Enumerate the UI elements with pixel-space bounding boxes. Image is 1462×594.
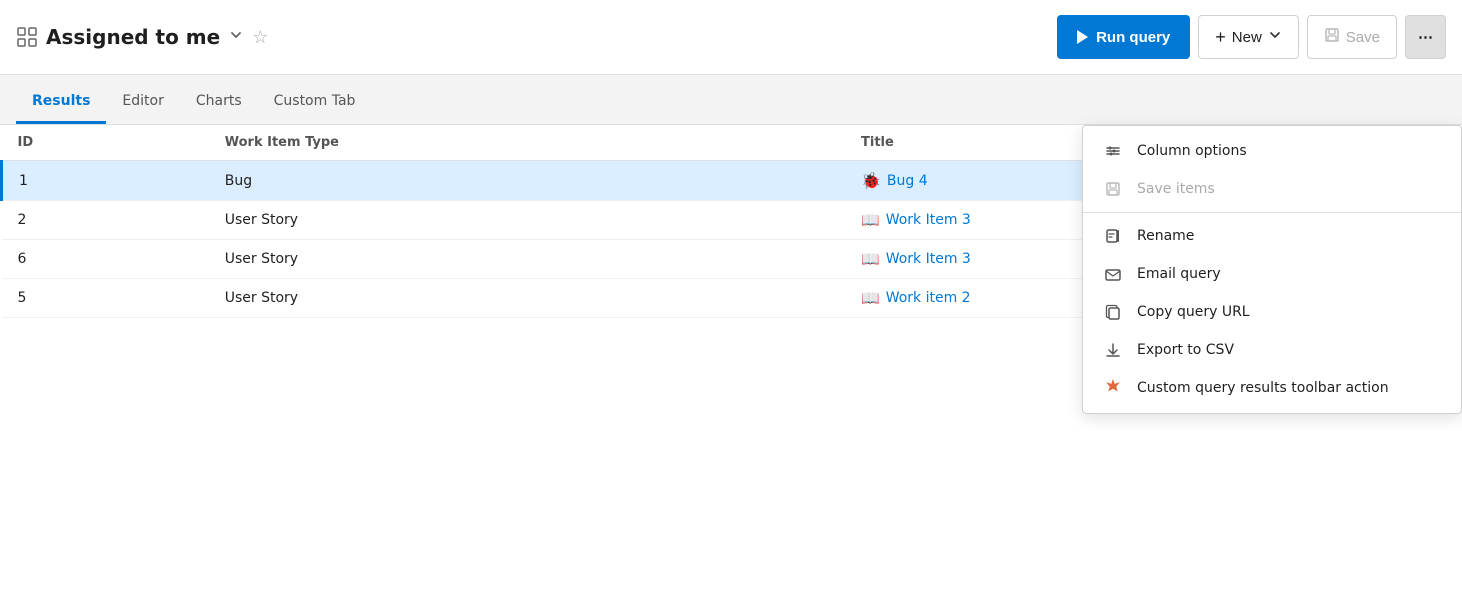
run-query-label: Run query <box>1096 29 1170 46</box>
cell-work-item-type: User Story <box>209 201 845 240</box>
dropdown-item-email-query[interactable]: Email query <box>1083 255 1461 293</box>
email-query-icon <box>1103 265 1123 283</box>
tab-editor[interactable]: Editor <box>106 81 179 124</box>
dropdown-item-copy-url[interactable]: Copy query URL <box>1083 293 1461 331</box>
save-icon <box>1324 27 1340 47</box>
email-query-label: Email query <box>1137 266 1221 282</box>
dropdown-item-custom-action[interactable]: Custom query results toolbar action <box>1083 369 1461 407</box>
save-label: Save <box>1346 29 1380 46</box>
tab-custom-tab[interactable]: Custom Tab <box>258 81 372 124</box>
copy-url-icon <box>1103 303 1123 321</box>
cell-work-item-type: Bug <box>209 161 845 201</box>
new-dropdown-menu: Column options Save items Rename Email quer… <box>1082 125 1462 414</box>
more-options-button[interactable]: ⋯ <box>1405 15 1446 59</box>
new-button[interactable]: + New <box>1198 15 1299 59</box>
copy-url-label: Copy query URL <box>1137 304 1250 320</box>
cell-id: 1 <box>2 161 209 201</box>
bug-icon: 🐞 <box>861 171 881 190</box>
custom-action-icon <box>1103 379 1123 397</box>
new-chevron-icon <box>1268 28 1282 46</box>
dropdown-item-export-csv[interactable]: Export to CSV <box>1083 331 1461 369</box>
save-items-icon <box>1103 180 1123 198</box>
main-content: ID Work Item Type Title 1Bug🐞Bug 42User … <box>0 125 1462 594</box>
dropdown-item-save-items: Save items <box>1083 170 1461 208</box>
export-csv-label: Export to CSV <box>1137 342 1234 358</box>
col-work-item-type: Work Item Type <box>209 125 845 161</box>
cell-work-item-type: User Story <box>209 240 845 279</box>
col-id: ID <box>2 125 209 161</box>
header-left: Assigned to me ☆ <box>16 25 1045 49</box>
rename-icon <box>1103 227 1123 245</box>
tab-charts[interactable]: Charts <box>180 81 258 124</box>
cell-id: 2 <box>2 201 209 240</box>
grid-icon <box>16 26 38 48</box>
ellipsis-icon: ⋯ <box>1418 28 1433 46</box>
chevron-down-icon[interactable] <box>228 27 244 47</box>
save-button[interactable]: Save <box>1307 15 1397 59</box>
header-actions: Run query + New Save ⋯ <box>1057 15 1446 59</box>
new-label: New <box>1232 29 1262 46</box>
cell-work-item-type: User Story <box>209 279 845 318</box>
dropdown-item-column-options[interactable]: Column options <box>1083 132 1461 170</box>
rename-label: Rename <box>1137 228 1194 244</box>
cell-id: 6 <box>2 240 209 279</box>
dropdown-item-rename[interactable]: Rename <box>1083 217 1461 255</box>
dropdown-divider <box>1083 212 1461 213</box>
tab-bar: Results Editor Charts Custom Tab <box>0 75 1462 125</box>
export-csv-icon <box>1103 341 1123 359</box>
user-story-icon: 📖 <box>861 250 880 268</box>
run-query-button[interactable]: Run query <box>1057 15 1190 59</box>
save-items-label: Save items <box>1137 181 1215 197</box>
favorite-star-icon[interactable]: ☆ <box>252 27 268 48</box>
plus-icon: + <box>1215 27 1226 48</box>
page-title: Assigned to me <box>46 25 220 49</box>
user-story-icon: 📖 <box>861 211 880 229</box>
custom-action-label: Custom query results toolbar action <box>1137 380 1389 396</box>
tab-results[interactable]: Results <box>16 81 106 124</box>
play-icon <box>1077 30 1088 44</box>
column-options-icon <box>1103 142 1123 160</box>
user-story-icon: 📖 <box>861 289 880 307</box>
header: Assigned to me ☆ Run query + New Save ⋯ <box>0 0 1462 75</box>
cell-id: 5 <box>2 279 209 318</box>
column-options-label: Column options <box>1137 143 1247 159</box>
